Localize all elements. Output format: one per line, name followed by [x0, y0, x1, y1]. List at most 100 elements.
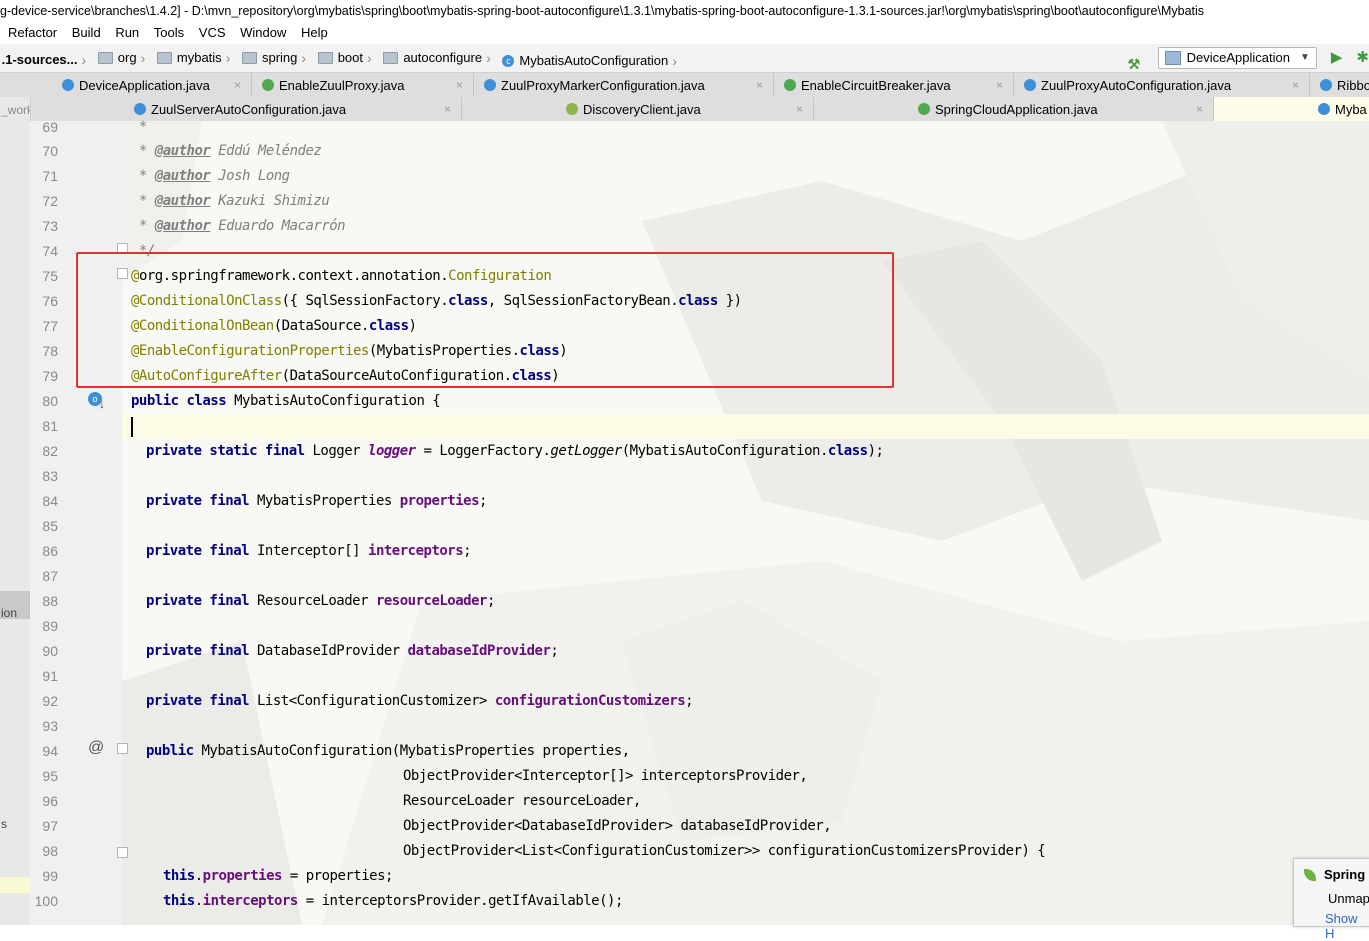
fold-marker-icon[interactable] — [117, 847, 128, 858]
project-tree-label: ion — [1, 606, 18, 620]
line-number: 98 — [42, 843, 58, 859]
line-number: 79 — [42, 368, 58, 384]
line-number: 99 — [42, 868, 58, 884]
line-number: 93 — [42, 718, 58, 734]
annotation-icon — [262, 79, 274, 91]
close-icon[interactable]: × — [234, 78, 241, 92]
line-number: 70 — [42, 143, 58, 159]
dropdown-arrow-icon: ▼ — [1299, 52, 1310, 63]
line-number: 69 — [42, 119, 58, 135]
package-icon — [317, 52, 333, 64]
tab-spring-cloud-application[interactable]: SpringCloudApplication.java × — [814, 97, 1214, 121]
spring-notification-popup[interactable]: Spring Unmap Show H — [1293, 858, 1369, 941]
tab-discovery-client[interactable]: DiscoveryClient.java × — [462, 97, 814, 121]
line-number: 71 — [42, 168, 58, 184]
tab-enable-circuit-breaker[interactable]: EnableCircuitBreaker.java × — [774, 73, 1014, 97]
close-icon[interactable]: × — [1196, 102, 1203, 116]
class-icon: c — [502, 55, 515, 67]
line-number: 94 — [42, 743, 58, 759]
line-number: 96 — [42, 793, 58, 809]
code-line-94: public MybatisAutoConfiguration(MybatisP… — [146, 743, 630, 759]
chevron-right-icon: › — [486, 50, 491, 66]
menu-refactor[interactable]: Refactor — [8, 22, 57, 44]
run-toolbar: ⚒ DeviceApplication ▼ ▶ ✱ — [1128, 44, 1369, 72]
breadcrumb-org[interactable]: org › — [97, 44, 151, 72]
line-number: 76 — [42, 293, 58, 309]
project-tree-label: _work — [1, 103, 31, 117]
line-number: 82 — [42, 443, 58, 459]
autowire-at-icon[interactable]: @ — [88, 739, 104, 757]
tab-mybatis-auto-configuration[interactable]: Myba — [1214, 97, 1369, 121]
class-icon — [1320, 79, 1332, 91]
project-tool-window[interactable]: _work ion s — [0, 97, 31, 925]
code-line-69: * — [131, 119, 147, 135]
app-config-icon — [1164, 51, 1181, 65]
menu-vcs[interactable]: VCS — [199, 22, 226, 44]
line-number: 78 — [42, 343, 58, 359]
tree-row-highlight — [0, 877, 30, 893]
implemented-arrow-icon[interactable]: ↓ — [99, 397, 105, 411]
code-line-95: ObjectProvider<Interceptor[]> intercepto… — [403, 768, 808, 784]
editor-tabs-row-1: DeviceApplication.java × EnableZuulProxy.… — [0, 73, 1369, 98]
tab-device-application[interactable]: DeviceApplication.java × — [52, 73, 252, 97]
chevron-right-icon: › — [81, 52, 87, 68]
menu-tools[interactable]: Tools — [154, 22, 184, 44]
menu-window[interactable]: Window — [240, 22, 286, 44]
tab-enable-zuul-proxy[interactable]: EnableZuulProxy.java × — [252, 73, 474, 97]
tab-zuul-proxy-auto-configuration[interactable]: ZuulProxyAutoConfiguration.java × — [1014, 73, 1310, 97]
fold-marker-icon[interactable] — [117, 743, 128, 754]
close-icon[interactable]: × — [796, 102, 803, 116]
class-icon — [1024, 79, 1036, 91]
run-config-label: DeviceApplication — [1186, 50, 1290, 65]
project-tree-label: s — [1, 817, 7, 831]
code-line-72: * @author Kazuki Shimizu — [131, 193, 330, 209]
menu-build[interactable]: Build — [72, 22, 101, 44]
run-play-icon[interactable]: ▶ — [1331, 44, 1343, 72]
close-icon[interactable]: × — [444, 102, 451, 116]
menu-run[interactable]: Run — [115, 22, 139, 44]
background-image — [122, 121, 1369, 925]
window-title: g-device-service\branches\1.4.2] - D:\mv… — [0, 0, 1369, 22]
breadcrumb-boot[interactable]: boot › — [317, 44, 378, 72]
close-icon[interactable]: × — [996, 78, 1003, 92]
package-icon — [97, 52, 113, 64]
annotation-icon — [784, 79, 796, 91]
close-icon[interactable]: × — [1292, 78, 1299, 92]
menu-help[interactable]: Help — [301, 22, 328, 44]
code-editor[interactable] — [122, 121, 1369, 925]
chevron-right-icon: › — [301, 50, 307, 66]
code-line-82: private static final Logger logger = Log… — [146, 443, 884, 459]
class-icon — [1318, 103, 1330, 115]
chevron-right-icon: › — [140, 50, 146, 66]
run-configuration-select[interactable]: DeviceApplication ▼ — [1157, 47, 1317, 69]
spring-leaf-icon — [1304, 868, 1316, 881]
tab-ribbon[interactable]: Ribbo — [1310, 73, 1369, 97]
breadcrumb-autoconfigure[interactable]: autoconfigure › — [383, 44, 496, 72]
code-line-100: this.interceptors = interceptorsProvider… — [163, 893, 623, 909]
close-icon[interactable]: × — [756, 78, 763, 92]
code-line-71: * @author Josh Long — [131, 168, 290, 184]
line-number: 75 — [42, 268, 58, 284]
notification-link[interactable]: Show H — [1325, 911, 1369, 941]
code-line-80: public class MybatisAutoConfiguration { — [131, 393, 441, 409]
close-icon[interactable]: × — [456, 78, 463, 92]
line-number: 73 — [42, 218, 58, 234]
menu-bar: Refactor Build Run Tools VCS Window Help — [0, 22, 1369, 44]
breadcrumb-class[interactable]: c MybatisAutoConfiguration › — [502, 47, 683, 72]
line-number: 85 — [42, 518, 58, 534]
tab-zuul-server-auto-configuration[interactable]: ZuulServerAutoConfiguration.java × — [124, 97, 462, 121]
line-number: 97 — [42, 818, 58, 834]
build-hammer-icon[interactable]: ⚒ — [1128, 50, 1144, 72]
breadcrumb-mybatis[interactable]: mybatis › — [156, 44, 236, 72]
breadcrumb-jar[interactable]: .1-sources... › — [2, 46, 93, 72]
debug-icon[interactable]: ✱ — [1356, 44, 1369, 72]
line-number: 95 — [42, 768, 58, 784]
line-number: 90 — [42, 643, 58, 659]
package-icon — [383, 52, 399, 64]
notification-title: Spring — [1304, 867, 1365, 882]
line-number: 88 — [42, 593, 58, 609]
package-icon — [156, 52, 172, 64]
breadcrumb-spring[interactable]: spring › — [241, 44, 312, 72]
code-line-97: ObjectProvider<DatabaseIdProvider> datab… — [403, 818, 832, 834]
tab-zuul-proxy-marker-configuration[interactable]: ZuulProxyMarkerConfiguration.java × — [474, 73, 774, 97]
